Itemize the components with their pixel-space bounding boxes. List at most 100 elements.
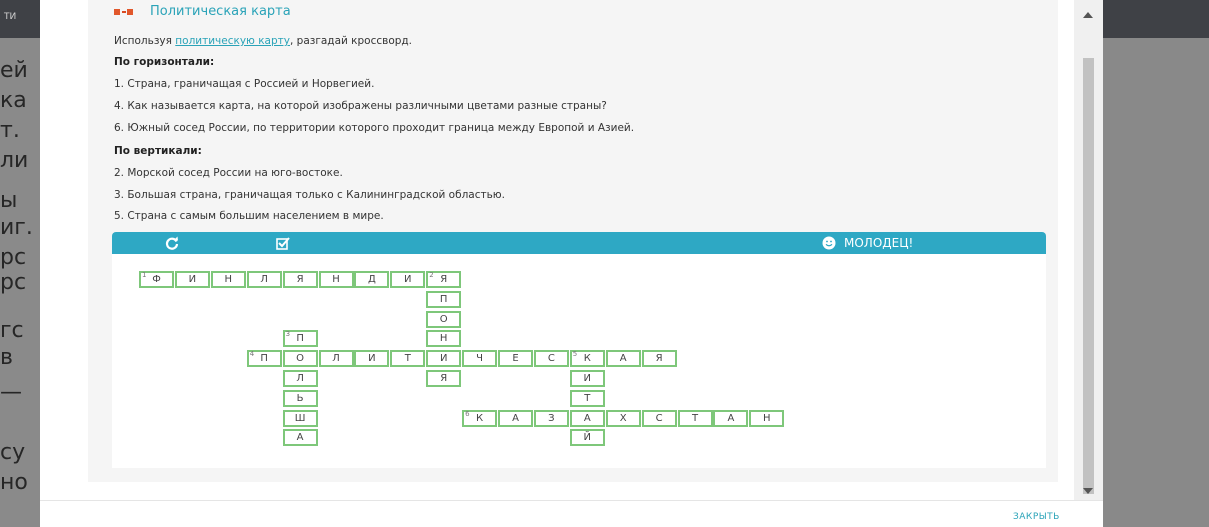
crossword-cell[interactable]: Л: [318, 350, 354, 368]
background-crumb: ТИ: [4, 12, 17, 22]
cell-letter: Ш: [294, 412, 306, 424]
cell-letter: И: [188, 274, 197, 285]
crossword-cell[interactable]: И: [390, 271, 426, 288]
crossword-cell[interactable]: И: [174, 271, 210, 288]
crossword-cell[interactable]: П4: [246, 350, 282, 368]
crossword-cell[interactable]: Т: [569, 389, 605, 407]
check-icon[interactable]: [276, 236, 290, 250]
crossword-cell[interactable]: Й: [569, 429, 605, 447]
crossword-cell[interactable]: П: [426, 290, 462, 308]
crossword-cell[interactable]: Л: [282, 370, 318, 387]
clue-number: 1: [142, 271, 147, 279]
political-map-link[interactable]: политическую карту: [175, 35, 290, 47]
cell-letter: Н: [332, 274, 340, 285]
background-fragment: но: [0, 470, 28, 495]
crossword-cell[interactable]: И: [426, 350, 462, 368]
background-fragment: ли: [0, 148, 29, 173]
cell-letter: К: [476, 412, 484, 424]
refresh-icon[interactable]: [165, 236, 179, 250]
clue-number: 6: [465, 409, 470, 418]
crossword-cell[interactable]: Т: [677, 409, 713, 427]
crossword-cell[interactable]: Т: [390, 350, 426, 368]
cell-letter: П: [439, 293, 448, 305]
cell-letter: А: [296, 432, 304, 444]
cell-letter: К: [583, 353, 591, 365]
crossword-cell[interactable]: Я: [282, 271, 318, 288]
crossword-cell[interactable]: Х: [605, 409, 641, 427]
cell-letter: Т: [584, 392, 591, 404]
crossword-cell[interactable]: А: [713, 409, 749, 427]
crossword-cell[interactable]: Ф1: [139, 271, 174, 288]
background-fragment: су: [0, 440, 26, 465]
crossword-cell[interactable]: Ь: [282, 389, 318, 407]
cell-letter: А: [583, 412, 591, 424]
crossword-cell[interactable]: А: [498, 409, 533, 427]
cell-letter: Ф: [152, 274, 161, 285]
cell-letter: И: [439, 353, 448, 365]
crossword-cell[interactable]: О: [426, 310, 462, 328]
instruction-text: Используя политическую карту, разгадай к…: [114, 35, 413, 47]
crossword-cell[interactable]: Я: [426, 370, 462, 387]
crossword-cell[interactable]: Ч: [462, 350, 498, 368]
cell-letter: Ь: [296, 392, 304, 404]
scroll-down-icon[interactable]: [1083, 488, 1093, 494]
scroll-up-icon[interactable]: [1083, 12, 1093, 18]
crossword-cell[interactable]: С: [641, 409, 677, 427]
background-fragment: рс: [0, 245, 27, 270]
crossword-cell[interactable]: О: [282, 350, 318, 368]
cell-letter: Т: [691, 412, 699, 424]
cell-letter: А: [619, 353, 627, 365]
clue-number: 3: [285, 330, 291, 339]
crossword-cell[interactable]: Е: [498, 350, 533, 368]
task-header: Политическая карта: [114, 4, 291, 19]
crossword-cell[interactable]: Ш: [282, 409, 318, 427]
crossword-cell[interactable]: Н: [426, 330, 462, 348]
crossword-cell[interactable]: З: [533, 409, 569, 427]
crossword-cell[interactable]: К6: [462, 409, 498, 427]
crossword-cell[interactable]: Д: [354, 271, 390, 288]
modal-scrollbar[interactable]: [1074, 0, 1103, 500]
crossword-cell[interactable]: П3: [282, 330, 318, 348]
cell-letter: Н: [763, 412, 771, 424]
crossword-cell[interactable]: С: [533, 350, 569, 368]
cell-letter: Х: [619, 412, 627, 424]
crossword-cell[interactable]: Я2: [426, 271, 462, 288]
crossword-cell[interactable]: А: [569, 409, 605, 427]
horizontal-heading: По горизонтали:: [114, 56, 215, 68]
clue-number: 5: [572, 350, 578, 359]
cell-letter: И: [368, 353, 376, 365]
cell-letter: С: [547, 353, 555, 365]
close-button[interactable]: ЗАКРЫТЬ: [1013, 512, 1060, 522]
result-message: МОЛОДЕЦ!: [844, 236, 914, 250]
crossword-cell[interactable]: Н: [749, 409, 785, 427]
cell-letter: Я: [296, 274, 304, 285]
crossword-cell[interactable]: Н: [318, 271, 354, 288]
crossword-cell[interactable]: А: [282, 429, 318, 447]
cell-letter: Л: [260, 274, 268, 285]
vertical-clue-3: 3. Большая страна, граничащая только с К…: [114, 189, 505, 201]
cell-letter: И: [583, 373, 592, 384]
clue-number: 2: [429, 271, 434, 279]
scroll-thumb[interactable]: [1083, 58, 1094, 494]
crossword-cell[interactable]: Я: [641, 350, 677, 368]
cell-letter: Н: [224, 274, 233, 285]
background-fragment: гс: [0, 318, 24, 343]
crossword-cell[interactable]: И: [569, 370, 605, 387]
cell-letter: И: [404, 274, 412, 285]
crossword-cell[interactable]: А: [605, 350, 641, 368]
crossword-cell[interactable]: Н: [210, 271, 246, 288]
background-fragment: т.: [0, 118, 20, 143]
background-fragment: —: [0, 380, 22, 405]
cell-letter: Д: [367, 274, 376, 285]
cell-letter: О: [439, 313, 448, 325]
crossword-cell[interactable]: И: [354, 350, 390, 368]
background-fragment: иг.: [0, 215, 33, 240]
background-right-column: [1104, 38, 1209, 527]
task-title: Политическая карта: [150, 4, 291, 19]
background-fragment: ка: [0, 88, 27, 113]
cell-letter: А: [512, 412, 519, 424]
crossword-cell[interactable]: Л: [246, 271, 282, 288]
vertical-clue-5: 5. Страна с самым большим населением в м…: [114, 210, 384, 222]
crossword-cell[interactable]: К5: [569, 350, 605, 368]
cell-letter: Н: [439, 333, 448, 345]
